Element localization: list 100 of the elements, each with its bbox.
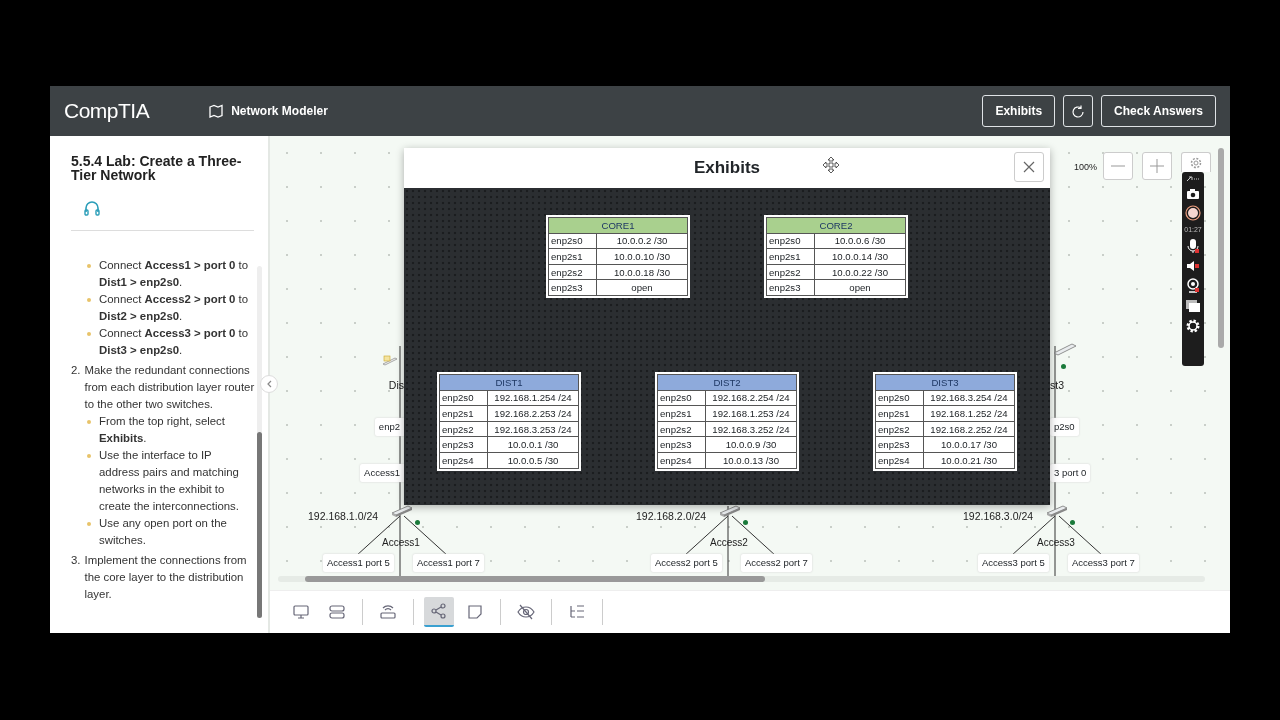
table-cell: 10.0.0.6 /30 xyxy=(814,233,906,249)
table-cell: enp2s0 xyxy=(439,390,488,406)
switch-icon[interactable] xyxy=(1052,341,1078,357)
table-cell: 192.168.3.254 /24 xyxy=(923,390,1015,406)
router-icon[interactable] xyxy=(382,354,398,368)
bullet-text: Use the interface to IP address pairs and matching networks in the exhibit to create the interconnections. xyxy=(99,448,240,514)
check-answers-button[interactable]: Check Answers xyxy=(1101,95,1216,127)
table-cell: 10.0.0.22 /30 xyxy=(814,264,906,280)
table-cell: 10.0.0.17 /30 xyxy=(923,436,1015,453)
table-header: DIST1 xyxy=(439,374,579,391)
table-cell: 10.0.0.13 /30 xyxy=(705,452,797,469)
exhibits-button[interactable]: Exhibits xyxy=(982,95,1056,127)
topology-icon[interactable] xyxy=(424,597,454,627)
bullet-text: From the top right, select Exhibits. xyxy=(99,414,226,446)
subnet-label: 192.168.2.0/24 xyxy=(636,509,707,524)
webcam-icon[interactable] xyxy=(1186,278,1200,294)
status-dot xyxy=(1061,364,1066,369)
link-icon[interactable] xyxy=(1186,175,1200,183)
interface-label: p2s0 xyxy=(1050,418,1079,437)
table-cell: 10.0.0.10 /30 xyxy=(596,248,688,265)
port-label: Access3 port 7 xyxy=(1068,554,1139,573)
table-cell: 192.168.2.252 /24 xyxy=(923,421,1015,437)
table-cell: 192.168.3.252 /24 xyxy=(705,421,797,437)
refresh-icon xyxy=(1070,103,1087,120)
port-label: Access1 port 5 xyxy=(323,554,394,573)
step-number: 2. xyxy=(71,363,81,378)
close-button[interactable] xyxy=(1014,152,1044,182)
scrollbar[interactable] xyxy=(257,266,262,618)
device-label: Access3 xyxy=(1037,536,1075,550)
headphones-icon[interactable] xyxy=(83,200,101,216)
scrollbar[interactable] xyxy=(1218,148,1224,348)
bullet-icon xyxy=(87,454,91,458)
table-cell: 10.0.0.5 /30 xyxy=(487,452,579,469)
microphone-icon[interactable] xyxy=(1186,238,1200,254)
table-cell: enp2s2 xyxy=(875,421,924,437)
table-header: DIST2 xyxy=(657,374,797,391)
status-dot xyxy=(743,520,748,525)
table-cell: 10.0.0.18 /30 xyxy=(596,264,688,280)
windows-icon[interactable] xyxy=(1185,299,1201,313)
port-label: 3 port 0 xyxy=(1050,464,1091,483)
step-text: Implement the connections from the core layer to the distribution layer. xyxy=(84,553,248,602)
table-cell: enp2s0 xyxy=(657,390,706,406)
table-cell: enp2s1 xyxy=(657,405,706,422)
device-label: Access2 xyxy=(710,536,748,550)
subnet-label: 192.168.1.0/24 xyxy=(308,509,379,524)
switch-icon[interactable] xyxy=(1045,504,1069,518)
interface-label: enp2 xyxy=(374,418,404,437)
bullet-icon xyxy=(87,522,91,526)
port-label: Access2 port 5 xyxy=(651,554,722,573)
gear-icon xyxy=(1189,156,1203,170)
camera-icon[interactable] xyxy=(1186,188,1200,200)
table-cell: open xyxy=(596,279,688,296)
table-cell: 192.168.2.253 /24 xyxy=(487,405,579,422)
device-label: Access1 xyxy=(382,536,420,550)
bullet-text: Connect Access2 > port 0 to Dist2 > enp2s0. xyxy=(99,292,250,324)
table-cell: enp2s2 xyxy=(439,421,488,437)
table-cell: enp2s0 xyxy=(766,233,815,249)
close-icon xyxy=(1023,161,1035,173)
speaker-icon[interactable] xyxy=(1186,259,1200,273)
minus-icon xyxy=(1111,165,1125,167)
status-dot xyxy=(415,520,420,525)
record-icon[interactable] xyxy=(1185,205,1201,221)
table-cell: 10.0.0.9 /30 xyxy=(705,436,797,453)
step-text: Make the redundant connections from each distribution layer router to the other two switches. xyxy=(84,363,255,412)
chevron-icon xyxy=(266,380,272,388)
table-header: DIST3 xyxy=(875,374,1015,391)
switch-icon[interactable] xyxy=(718,504,742,518)
table-cell: enp2s2 xyxy=(548,264,597,280)
move-cursor-icon xyxy=(822,156,840,174)
table-cell: 10.0.0.21 /30 xyxy=(923,452,1015,469)
settings-icon[interactable] xyxy=(1185,318,1201,334)
table-header: CORE2 xyxy=(766,217,906,234)
table-cell: 192.168.2.254 /24 xyxy=(705,390,797,406)
table-header: CORE1 xyxy=(548,217,688,234)
scrollbar-thumb[interactable] xyxy=(305,576,765,582)
dialog-title: Exhibits xyxy=(693,157,761,180)
bullet-text: Connect Access1 > port 0 to Dist1 > enp2s0. xyxy=(99,258,250,290)
bullet-icon xyxy=(87,298,91,302)
table-cell: enp2s2 xyxy=(657,421,706,437)
table-cell: enp2s4 xyxy=(657,452,706,469)
refresh-button[interactable] xyxy=(1063,95,1094,127)
table-cell: 10.0.0.14 /30 xyxy=(814,248,906,265)
table-cell: enp2s4 xyxy=(875,452,924,469)
table-cell: 10.0.0.2 /30 xyxy=(596,233,688,249)
switch-icon[interactable] xyxy=(390,504,414,518)
status-dot xyxy=(1070,520,1075,525)
table-cell: enp2s2 xyxy=(766,264,815,280)
table-cell: enp2s3 xyxy=(548,279,597,296)
table-cell: 192.168.1.253 /24 xyxy=(705,405,797,422)
table-cell: enp2s1 xyxy=(875,405,924,422)
table-cell: enp2s3 xyxy=(439,436,488,453)
bullet-text: Use any open port on the switches. xyxy=(99,516,228,548)
bullet-icon xyxy=(87,264,91,268)
bullet-icon xyxy=(87,332,91,336)
app-title: Network Modeler xyxy=(231,103,328,120)
table-cell: enp2s3 xyxy=(766,279,815,296)
device-label: Dis xyxy=(388,378,404,393)
table-cell: enp2s4 xyxy=(439,452,488,469)
zoom-level: 100% xyxy=(1074,161,1098,174)
lab-title: 5.5.4 Lab: Create a Three-Tier Network xyxy=(71,154,243,182)
